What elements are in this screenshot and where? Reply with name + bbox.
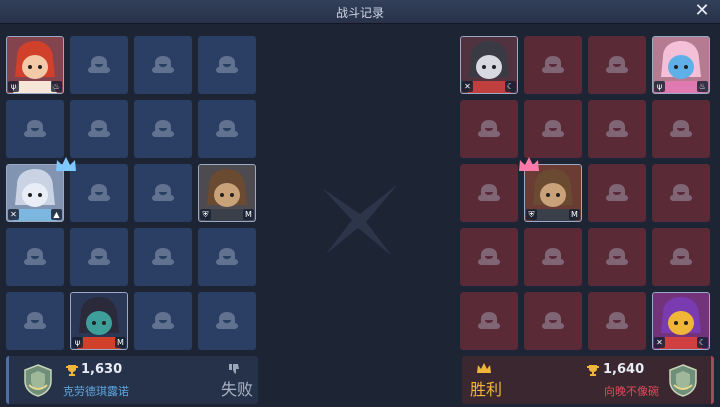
empty-slot — [198, 36, 256, 94]
element-badge-icon: M — [243, 209, 254, 220]
empty-slot — [460, 100, 518, 158]
leader-crown-icon — [518, 156, 540, 172]
class-badge-icon: ψ — [654, 81, 665, 92]
empty-slot — [198, 228, 256, 286]
left-player-name: 克劳德琪露诺 — [63, 385, 129, 398]
title-bar: 战斗记录 ✕ — [0, 0, 720, 24]
class-badge-icon: ⛨ — [526, 209, 537, 220]
left-score: 1,630 — [81, 362, 123, 377]
hero-slot[interactable]: ψ ♨ — [652, 36, 710, 94]
leader-crown-icon — [55, 156, 77, 172]
empty-slot — [524, 292, 582, 350]
element-badge-icon: M — [115, 337, 126, 348]
empty-slot — [524, 100, 582, 158]
right-player-name: 向晚不像碗 — [604, 385, 659, 398]
versus-cross-icon — [322, 184, 398, 256]
element-badge-icon: ☾ — [697, 337, 708, 348]
empty-slot — [134, 164, 192, 222]
element-badge-icon: ♨ — [697, 81, 708, 92]
rank-shield-icon — [24, 364, 52, 397]
winner-crown-icon — [477, 363, 491, 373]
empty-slot — [70, 36, 128, 94]
empty-slot — [6, 100, 64, 158]
class-badge-icon: ✕ — [654, 337, 665, 348]
empty-slot — [588, 36, 646, 94]
hero-slot[interactable]: ψM — [70, 292, 128, 350]
trophy-icon — [587, 365, 599, 376]
empty-slot — [6, 228, 64, 286]
empty-slot — [460, 228, 518, 286]
element-badge-icon: ☾ — [505, 81, 516, 92]
empty-slot — [134, 100, 192, 158]
class-badge-icon: ✕ — [462, 81, 473, 92]
element-badge-icon: ♨ — [51, 81, 62, 92]
class-badge-icon: ψ — [8, 81, 19, 92]
empty-slot — [70, 228, 128, 286]
left-result-label: 失败 — [221, 380, 254, 399]
empty-slot — [70, 100, 128, 158]
empty-slot — [652, 228, 710, 286]
empty-slot — [652, 164, 710, 222]
empty-slot — [134, 292, 192, 350]
left-player-panel: 1,630 克劳德琪露诺 失败 — [6, 356, 258, 404]
hero-slot[interactable]: ✕ ▲ — [6, 164, 64, 222]
element-badge-icon: M — [569, 209, 580, 220]
right-score: 1,640 — [603, 362, 645, 377]
window-title: 战斗记录 — [335, 6, 384, 20]
close-icon[interactable]: ✕ — [692, 1, 712, 21]
hero-slot[interactable]: ⛨ M — [524, 164, 582, 222]
trophy-icon — [66, 365, 78, 376]
right-team-board: ✕ ☾ ψ ♨ ⛨ M ✕ ☾ — [460, 36, 714, 358]
empty-slot — [588, 292, 646, 350]
right-player-panel: 胜利 1,640 向晚不像碗 — [462, 356, 714, 404]
hero-slot[interactable]: ✕ ☾ — [460, 36, 518, 94]
empty-slot — [460, 292, 518, 350]
right-result-label: 胜利 — [470, 380, 503, 399]
hero-slot[interactable]: ψ ♨ — [6, 36, 64, 94]
hero-slot[interactable]: ⛨ M — [198, 164, 256, 222]
rank-shield-icon — [669, 364, 697, 397]
battle-record-window: 战斗记录 ✕ ψ ♨ ✕ ▲ ⛨ Mψ M ✕ ☾ ψ ♨ ⛨ M ✕ ☾ 1,630 克劳德琪露诺 失败 — [0, 0, 720, 407]
empty-slot — [198, 292, 256, 350]
empty-slot — [6, 292, 64, 350]
empty-slot — [134, 36, 192, 94]
empty-slot — [524, 36, 582, 94]
empty-slot — [70, 164, 128, 222]
element-badge-icon: ▲ — [51, 209, 62, 220]
empty-slot — [460, 164, 518, 222]
empty-slot — [588, 164, 646, 222]
hero-slot[interactable]: ✕ ☾ — [652, 292, 710, 350]
empty-slot — [524, 228, 582, 286]
empty-slot — [588, 228, 646, 286]
thumbs-down-icon — [229, 364, 239, 374]
class-badge-icon: ✕ — [8, 209, 19, 220]
empty-slot — [652, 100, 710, 158]
class-badge-icon: ψ — [72, 337, 83, 348]
empty-slot — [588, 100, 646, 158]
class-badge-icon: ⛨ — [200, 209, 211, 220]
left-team-board: ψ ♨ ✕ ▲ ⛨ Mψ M — [6, 36, 260, 358]
empty-slot — [134, 228, 192, 286]
empty-slot — [198, 100, 256, 158]
